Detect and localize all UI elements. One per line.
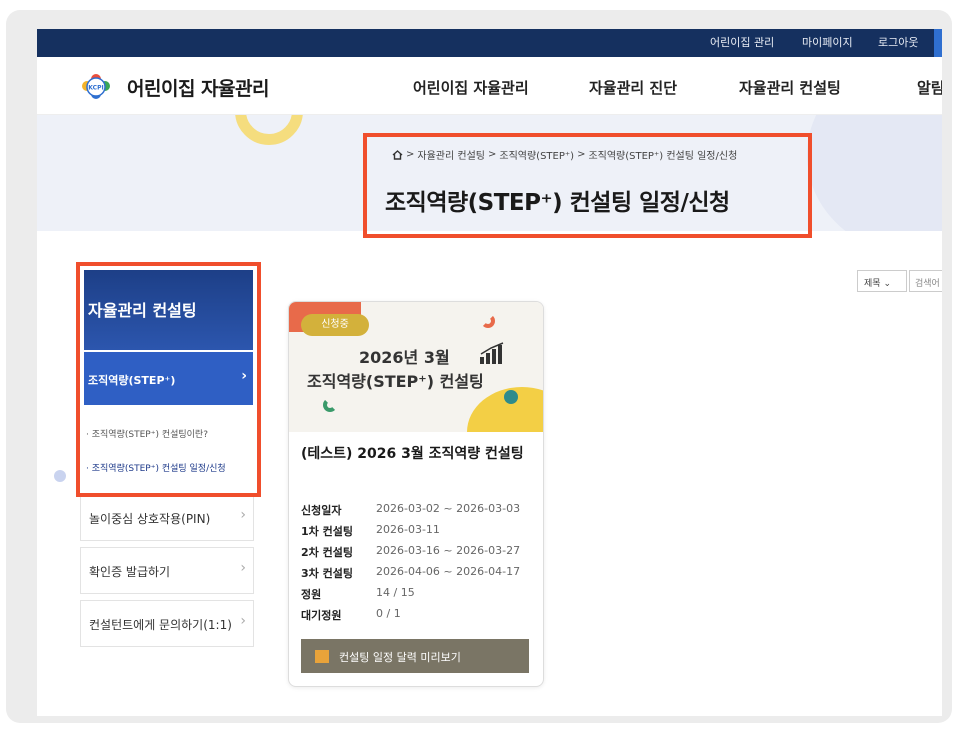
chevron-right-icon: › [240, 560, 246, 576]
detail-row: 1차 컨설팅 2026-03-11 [301, 523, 440, 538]
chevron-right-icon: › [240, 507, 246, 523]
status-badge: 신청중 [301, 314, 369, 336]
gnb-notice[interactable]: 알림 [917, 77, 942, 98]
decorative-ring [235, 115, 303, 145]
browser-viewport: 어린이집 관리 마이페이지 로그아웃 KCPI 어린이집 자율관리 어린이집 자… [37, 29, 942, 716]
mypage-link[interactable]: 마이페이지 [802, 29, 853, 57]
detail-row: 정원 14 / 15 [301, 586, 415, 601]
chevron-down-icon: ⌄ [883, 279, 891, 289]
search-field-select[interactable]: 제목 ⌄ [857, 270, 907, 292]
chevron-right-icon: › [240, 613, 246, 629]
search-input[interactable]: 검색어 [909, 270, 942, 292]
gnb-consulting[interactable]: 자율관리 컨설팅 [739, 77, 841, 98]
utility-bar: 어린이집 관리 마이페이지 로그아웃 [37, 29, 942, 57]
detail-row: 대기정원 0 / 1 [301, 607, 401, 622]
detail-row: 3차 컨설팅 2026-04-06 ~ 2026-04-17 [301, 565, 521, 580]
kcpi-logo-icon[interactable]: KCPI [79, 70, 113, 104]
thumbnail-line-1: 2026년 3월 [359, 348, 450, 367]
sidebar-item-certificate[interactable]: 확인증 발급하기 › [80, 547, 254, 594]
logout-link[interactable]: 로그아웃 [878, 29, 918, 57]
site-logo-text[interactable]: 어린이집 자율관리 [127, 74, 269, 101]
gnb-diagnosis[interactable]: 자율관리 진단 [589, 77, 677, 98]
sidebar-item-inquiry[interactable]: 컨설턴트에게 문의하기(1:1) › [80, 600, 254, 647]
growth-chart-icon [480, 342, 504, 364]
detail-row: 신청일자 2026-03-02 ~ 2026-03-03 [301, 502, 521, 517]
utility-edge-button[interactable] [934, 29, 942, 57]
calendar-preview-button[interactable]: 컨설팅 일정 달력 미리보기 [301, 639, 529, 673]
highlight-box-sidebar [76, 262, 261, 497]
card-thumbnail: 신청중 2026년 3월 조직역량(STEP⁺) 컨설팅 [289, 302, 543, 432]
thumbnail-line-2: 조직역량(STEP⁺) 컨설팅 [307, 372, 484, 391]
daycare-admin-link[interactable]: 어린이집 관리 [710, 29, 774, 57]
calendar-icon [315, 650, 329, 663]
decorative-dot [54, 470, 66, 482]
sidebar-item-pin[interactable]: 놀이중심 상호작용(PIN) › [80, 494, 254, 541]
highlight-box-title [363, 133, 812, 238]
detail-row: 2차 컨설팅 2026-03-16 ~ 2026-03-27 [301, 544, 521, 559]
sidebar-item-label: 컨설턴트에게 문의하기(1:1) [89, 618, 232, 632]
gnb-self-management[interactable]: 어린이집 자율관리 [413, 77, 529, 98]
consulting-card[interactable]: 신청중 2026년 3월 조직역량(STEP⁺) 컨설팅 (테스트) 2026 … [288, 301, 544, 687]
sidebar-item-label: 놀이중심 상호작용(PIN) [89, 512, 211, 526]
card-title[interactable]: (테스트) 2026 3월 조직역량 컨설팅 [301, 444, 527, 465]
site-header: KCPI 어린이집 자율관리 어린이집 자율관리 자율관리 진단 자율관리 컨설… [37, 57, 942, 115]
decorative-blob [807, 115, 942, 231]
svg-text:KCPI: KCPI [88, 85, 103, 92]
card-details: 신청일자 2026-03-02 ~ 2026-03-03 1차 컨설팅 2026-0… [301, 502, 537, 628]
sidebar-item-label: 확인증 발급하기 [89, 565, 171, 579]
